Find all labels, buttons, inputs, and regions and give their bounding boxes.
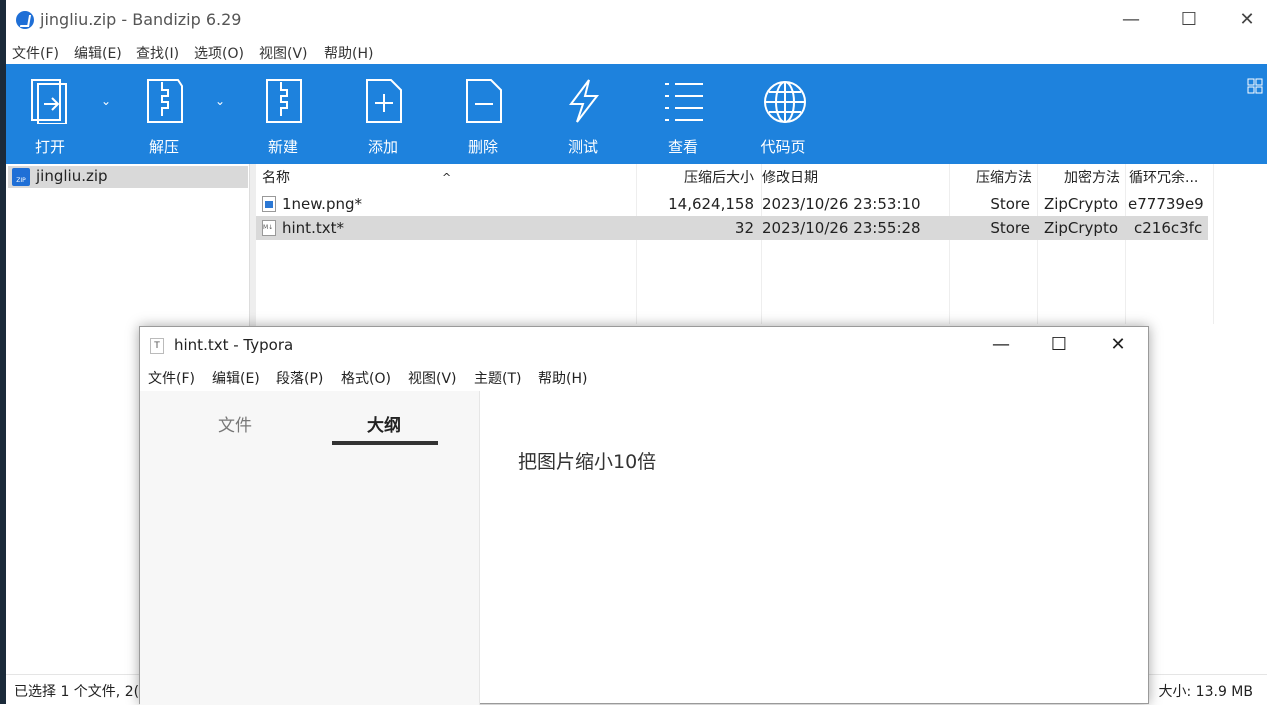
menu-edit[interactable]: 编辑(E) xyxy=(74,43,122,63)
typora-sidebar: 文件 大纲 xyxy=(140,391,480,705)
file-modified: 2023/10/26 23:55:28 xyxy=(762,219,921,237)
globe-icon xyxy=(764,81,806,123)
typora-menu-edit[interactable]: 编辑(E) xyxy=(212,368,260,388)
sort-ascending-icon: ^ xyxy=(442,171,452,184)
status-selection: 已选择 1 个文件, 2( xyxy=(14,684,140,700)
file-encryption: ZipCrypto xyxy=(1043,219,1118,237)
menu-bar: 文件(F) 编辑(E) 查找(I) 选项(O) 视图(V) 帮助(H) xyxy=(6,40,1267,64)
column-divider xyxy=(1037,164,1038,324)
new-archive-icon xyxy=(266,79,302,123)
add-button[interactable]: 添加 xyxy=(343,64,423,164)
table-row[interactable]: 1new.png* 14,624,158 2023/10/26 23:53:10… xyxy=(256,192,1208,216)
extract-dropdown-chevron-icon[interactable]: ⌄ xyxy=(215,94,225,108)
column-header-crc[interactable]: 循环冗余... xyxy=(1129,164,1198,192)
new-archive-button[interactable]: 新建 xyxy=(243,64,323,164)
typora-menu-help[interactable]: 帮助(H) xyxy=(538,368,587,388)
extract-icon xyxy=(147,79,183,123)
extract-label: 解压 xyxy=(148,138,179,156)
sidebar-item-label: jingliu.zip xyxy=(36,167,108,185)
view-button[interactable]: 查看 xyxy=(643,64,723,164)
delete-button[interactable]: 删除 xyxy=(443,64,523,164)
menu-file[interactable]: 文件(F) xyxy=(12,43,59,63)
open-icon xyxy=(31,79,67,124)
typora-menu-bar: 文件(F) 编辑(E) 段落(P) 格式(O) 视图(V) 主题(T) 帮助(H… xyxy=(140,363,1148,391)
typora-menu-paragraph[interactable]: 段落(P) xyxy=(276,368,323,388)
codepage-button[interactable]: 代码页 xyxy=(743,64,823,164)
column-divider xyxy=(761,164,762,324)
typora-window-title: hint.txt - Typora xyxy=(174,336,294,354)
tab-outline[interactable]: 大纲 xyxy=(367,411,401,436)
typora-maximize-button[interactable]: ☐ xyxy=(1044,333,1074,357)
file-method: Store xyxy=(990,195,1030,213)
column-divider xyxy=(1213,164,1214,324)
layout-grid-icon[interactable] xyxy=(1247,78,1263,94)
zip-archive-icon: ZIP xyxy=(12,168,30,186)
open-label: 打开 xyxy=(34,138,65,156)
file-name: hint.txt* xyxy=(282,219,344,237)
typora-menu-theme[interactable]: 主题(T) xyxy=(474,368,521,388)
column-divider xyxy=(949,164,950,324)
tab-files[interactable]: 文件 xyxy=(218,411,252,436)
file-crc: c216c3fc xyxy=(1134,219,1203,237)
test-label: 测试 xyxy=(567,138,598,156)
lightning-icon xyxy=(569,79,600,123)
extract-button[interactable]: 解压 xyxy=(124,64,204,164)
column-header-modified[interactable]: 修改日期 xyxy=(762,164,818,192)
typora-close-button[interactable]: ✕ xyxy=(1103,333,1133,357)
sidebar-item-archive[interactable]: ZIP jingliu.zip xyxy=(8,166,248,188)
typora-menu-view[interactable]: 视图(V) xyxy=(408,368,457,388)
typora-menu-file[interactable]: 文件(F) xyxy=(148,368,195,388)
column-header-packed-size[interactable]: 压缩后大小 xyxy=(636,164,754,192)
menu-view[interactable]: 视图(V) xyxy=(259,43,308,63)
file-encryption: ZipCrypto xyxy=(1043,195,1118,213)
close-button[interactable]: ✕ xyxy=(1232,8,1262,32)
menu-help[interactable]: 帮助(H) xyxy=(324,43,373,63)
view-label: 查看 xyxy=(667,138,698,156)
file-modified: 2023/10/26 23:53:10 xyxy=(762,195,921,213)
column-divider xyxy=(636,164,637,324)
file-packed-size: 32 xyxy=(734,219,754,237)
typora-window: T hint.txt - Typora — ☐ ✕ 文件(F) 编辑(E) 段落… xyxy=(139,326,1149,705)
table-row[interactable]: hint.txt* 32 2023/10/26 23:55:28 Store Z… xyxy=(256,216,1208,240)
bandizip-titlebar: jingliu.zip - Bandizip 6.29 — ☐ ✕ xyxy=(6,0,1267,40)
menu-find[interactable]: 查找(I) xyxy=(136,43,179,63)
add-label: 添加 xyxy=(367,138,398,156)
typora-menu-format[interactable]: 格式(O) xyxy=(341,368,391,388)
list-icon xyxy=(665,83,703,121)
window-title: jingliu.zip - Bandizip 6.29 xyxy=(40,10,242,29)
delete-file-icon xyxy=(466,79,502,123)
delete-label: 删除 xyxy=(467,138,498,156)
new-label: 新建 xyxy=(267,138,298,156)
maximize-button[interactable]: ☐ xyxy=(1174,8,1204,32)
codepage-label: 代码页 xyxy=(760,138,806,156)
text-file-icon xyxy=(262,220,276,236)
active-tab-indicator xyxy=(332,441,438,445)
column-header-name[interactable]: 名称 xyxy=(262,164,290,192)
menu-options[interactable]: 选项(O) xyxy=(194,43,244,63)
file-crc: e77739e9 xyxy=(1128,195,1204,213)
png-file-icon xyxy=(262,196,276,212)
add-file-icon xyxy=(366,79,402,123)
typora-minimize-button[interactable]: — xyxy=(986,333,1016,357)
toolbar: 打开 ⌄ 解压 ⌄ 新建 添加 删除 测试 查看 代码页 xyxy=(6,64,1267,164)
minimize-button[interactable]: — xyxy=(1116,8,1146,32)
column-header-method[interactable]: 压缩方法 xyxy=(948,164,1032,192)
column-header-encryption[interactable]: 加密方法 xyxy=(1036,164,1120,192)
bandizip-app-icon xyxy=(16,11,34,29)
file-packed-size: 14,624,158 xyxy=(668,195,754,213)
typora-app-icon: T xyxy=(150,338,164,354)
status-size: 大小: 13.9 MB xyxy=(1158,684,1253,700)
file-name: 1new.png* xyxy=(282,195,362,213)
document-content[interactable]: 把图片缩小10倍 xyxy=(518,447,656,474)
open-button[interactable]: 打开 xyxy=(10,64,90,164)
typora-titlebar: T hint.txt - Typora — ☐ ✕ xyxy=(140,327,1148,363)
column-divider xyxy=(1125,164,1126,324)
test-button[interactable]: 测试 xyxy=(543,64,623,164)
open-dropdown-chevron-icon[interactable]: ⌄ xyxy=(101,94,111,108)
file-method: Store xyxy=(990,219,1030,237)
